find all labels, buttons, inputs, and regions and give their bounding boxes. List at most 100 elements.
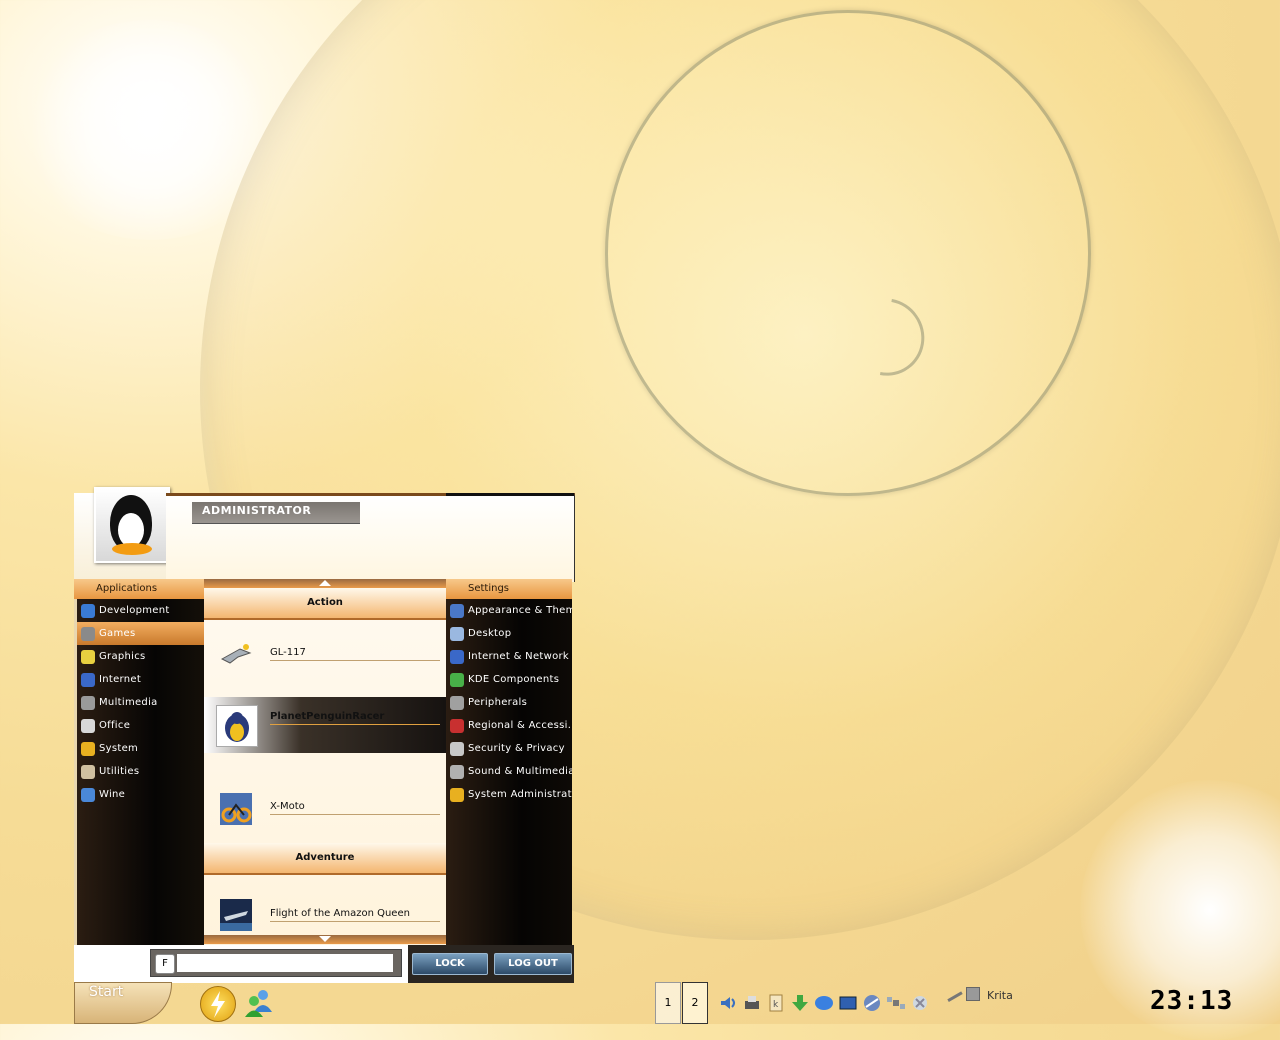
krita-icon — [941, 981, 963, 1002]
scroll-down-button[interactable] — [204, 935, 446, 944]
settings-category-security-privacy[interactable]: Security & Privacy — [446, 737, 572, 760]
games-icon — [81, 626, 95, 641]
settings-category-label: Desktop — [468, 628, 512, 639]
settings-category-label: Regional & Accessi... — [468, 720, 572, 731]
user-avatar[interactable] — [94, 487, 170, 563]
printer-icon[interactable] — [742, 993, 762, 1013]
app-entry-gl117[interactable]: GL-117 — [204, 623, 446, 683]
network-status-icon[interactable] — [814, 993, 834, 1013]
settings-category-desktop[interactable]: Desktop — [446, 622, 572, 645]
clock[interactable]: 23:13 — [1150, 986, 1233, 1016]
xmoto-icon — [220, 793, 252, 825]
menu-bottom-bar: F LOCK LOG OUT — [74, 945, 574, 983]
settings-category-label: Sound & Multimedia — [468, 766, 572, 777]
utilities-icon — [81, 764, 95, 779]
planetpenguinracer-icon — [216, 705, 258, 747]
regional-icon — [450, 718, 464, 733]
app-category-office[interactable]: Office — [77, 714, 207, 737]
app-category-utilities[interactable]: Utilities — [77, 760, 207, 783]
lightning-launcher-icon[interactable] — [200, 986, 236, 1022]
search-input[interactable] — [177, 954, 393, 972]
arrow-up-icon — [319, 580, 331, 586]
start-label: Start — [89, 984, 124, 1000]
app-category-development[interactable]: Development — [77, 599, 207, 622]
display-icon[interactable] — [838, 993, 858, 1013]
arrow-down-icon — [319, 936, 331, 942]
settings-category-label: KDE Components — [468, 674, 560, 685]
update-icon[interactable] — [910, 993, 930, 1013]
avatar-frame — [74, 487, 170, 579]
app-category-graphics[interactable]: Graphics — [77, 645, 207, 668]
settings-category-sound-multimedia[interactable]: Sound & Multimedia — [446, 760, 572, 783]
svg-text:k: k — [773, 1000, 779, 1010]
applications-header: Applications — [74, 579, 204, 599]
games-panel: Action GL-117 PlanetPenguinRacer X-Moto … — [204, 579, 446, 945]
internet-icon — [81, 672, 95, 687]
category-action: Action — [204, 588, 446, 620]
wine-icon — [81, 787, 95, 802]
desktop-icon — [450, 626, 464, 641]
settings-category-peripherals[interactable]: Peripherals — [446, 691, 572, 714]
app-category-label: Utilities — [99, 766, 140, 777]
app-entry-label: PlanetPenguinRacer — [270, 711, 440, 725]
volume-icon[interactable] — [718, 993, 738, 1013]
multimedia-icon — [81, 695, 95, 710]
system-icon — [81, 741, 95, 756]
app-category-label: System — [99, 743, 139, 754]
components-icon — [450, 672, 464, 687]
peripherals-icon — [450, 695, 464, 710]
app-category-games[interactable]: Games — [77, 622, 207, 645]
session-buttons: LOCK LOG OUT — [408, 945, 574, 983]
users-icon[interactable] — [242, 986, 276, 1020]
development-icon — [81, 603, 95, 618]
klipper-icon[interactable]: k — [766, 993, 786, 1013]
app-category-label: Graphics — [99, 651, 146, 662]
satellite-icon[interactable] — [886, 993, 906, 1013]
settings-header: Settings — [446, 579, 572, 599]
office-icon — [81, 718, 95, 733]
start-button[interactable]: Start — [74, 982, 172, 1024]
app-category-system[interactable]: System — [77, 737, 207, 760]
settings-category-label: Peripherals — [468, 697, 528, 708]
settings-category-kde-components[interactable]: KDE Components — [446, 668, 572, 691]
app-category-wine[interactable]: Wine — [77, 783, 207, 806]
wallpaper-swirl-ring — [605, 10, 1091, 496]
pager-desktop-2[interactable]: 2 — [682, 982, 708, 1024]
settings-category-appearance-them[interactable]: Appearance & Them... — [446, 599, 572, 622]
penguin-feet — [112, 543, 152, 555]
app-entry-label: GL-117 — [270, 647, 440, 661]
app-entry-xmoto[interactable]: X-Moto — [204, 777, 446, 837]
sound-icon — [450, 764, 464, 779]
app-category-multimedia[interactable]: Multimedia — [77, 691, 207, 714]
taskbar-task-krita[interactable]: Krita — [941, 981, 1013, 1002]
category-adventure: Adventure — [204, 843, 446, 875]
kget-icon[interactable] — [862, 993, 882, 1013]
settings-category-internet-network[interactable]: Internet & Network — [446, 645, 572, 668]
floppy-icon — [965, 987, 980, 1001]
app-category-label: Development — [99, 605, 170, 616]
app-category-label: Games — [99, 628, 136, 639]
app-category-label: Multimedia — [99, 697, 158, 708]
amazon-queen-icon — [220, 899, 252, 931]
settings-category-system-administrati[interactable]: System Administrati... — [446, 783, 572, 806]
app-entry-planetpenguinracer[interactable]: PlanetPenguinRacer — [204, 697, 446, 753]
search-box: F — [150, 949, 402, 977]
logout-button[interactable]: LOG OUT — [494, 953, 572, 975]
app-category-internet[interactable]: Internet — [77, 668, 207, 691]
settings-list: Appearance & Them... Desktop Internet & Ne… — [446, 599, 572, 945]
settings-category-label: Appearance & Them... — [468, 605, 572, 616]
settings-category-label: Internet & Network — [468, 651, 570, 662]
lock-button[interactable]: LOCK — [412, 953, 488, 975]
download-icon[interactable] — [790, 993, 810, 1013]
gl117-icon — [220, 639, 252, 671]
scroll-up-button[interactable] — [204, 579, 446, 588]
settings-category-regional-accessi[interactable]: Regional & Accessi... — [446, 714, 572, 737]
pager-desktop-1[interactable]: 1 — [655, 982, 681, 1024]
app-category-label: Internet — [99, 674, 142, 685]
app-category-label: Wine — [99, 789, 126, 800]
app-category-label: Office — [99, 720, 131, 731]
settings-category-label: System Administrati... — [468, 789, 572, 800]
sysadmin-icon — [450, 787, 464, 802]
start-menu: ADMINISTRATOR Applications Settings Deve… — [74, 487, 575, 983]
network-icon — [450, 649, 464, 664]
